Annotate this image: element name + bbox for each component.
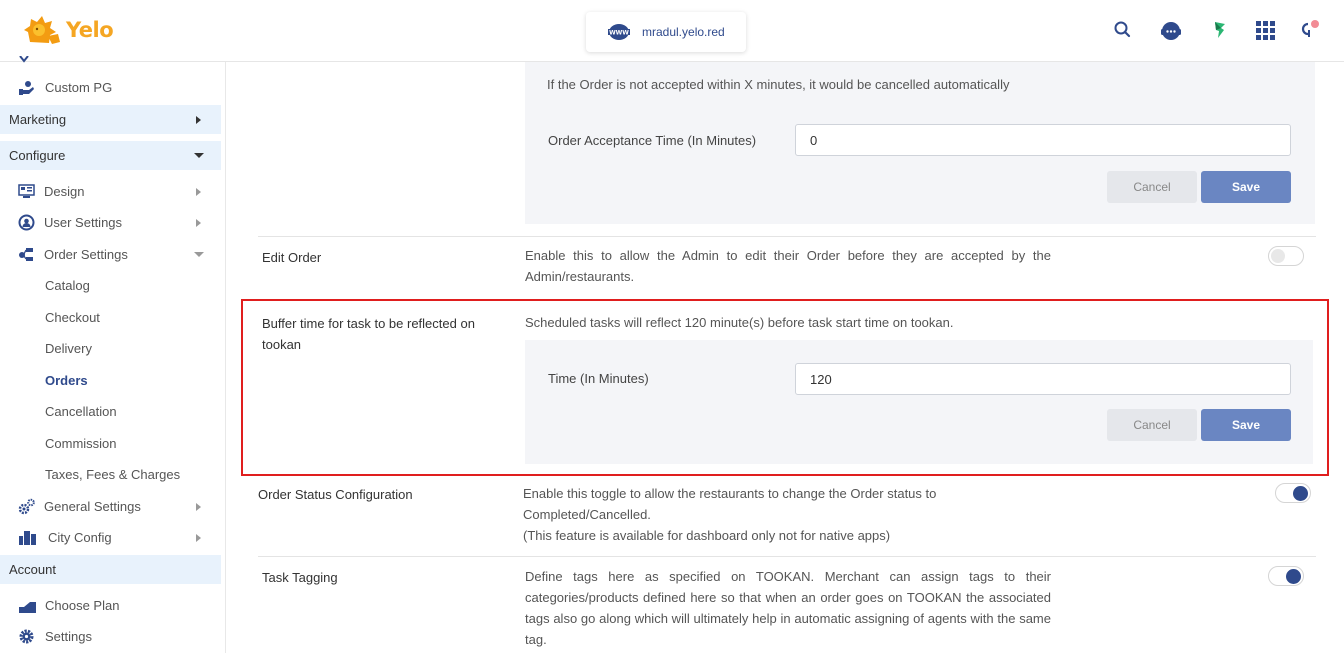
sidebar-section-label: Configure: [9, 148, 66, 163]
www-globe-icon: WWW: [608, 24, 630, 40]
sidebar: Custom PG Marketing Configure Design Use…: [0, 56, 226, 653]
sidebar-item-label: User Settings: [44, 215, 123, 230]
divider: [258, 236, 1316, 237]
sidebar-subitem-catalog[interactable]: Catalog: [0, 271, 221, 300]
plan-icon: [19, 602, 36, 613]
brand-name: Yelo: [66, 18, 114, 42]
sidebar-section-label: Marketing: [9, 112, 67, 127]
task-tagging-title: Task Tagging: [262, 570, 338, 585]
sidebar-item-design[interactable]: Design: [0, 177, 221, 206]
chevron-right-icon: [196, 187, 201, 196]
sidebar-item-custom-pg[interactable]: Custom PG: [0, 73, 221, 102]
order-settings-icon: [19, 248, 33, 261]
sidebar-item-general-settings[interactable]: General Settings: [0, 492, 221, 521]
design-monitor-icon: [18, 184, 35, 198]
order-status-config-description-line3: (This feature is available for dashboard…: [523, 528, 891, 543]
tookan-icon[interactable]: [1209, 19, 1231, 41]
sidebar-item-city-config[interactable]: City Config: [0, 523, 221, 552]
order-acceptance-time-input[interactable]: 0: [795, 124, 1291, 156]
sidebar-subitem-checkout[interactable]: Checkout: [0, 303, 221, 332]
sidebar-section-marketing[interactable]: Marketing: [0, 105, 221, 134]
chevron-right-icon: [196, 218, 201, 227]
sidebar-subitem-orders[interactable]: Orders: [0, 366, 221, 395]
sidebar-item-order-settings[interactable]: Order Settings: [0, 240, 221, 269]
order-acceptance-cancel-button[interactable]: Cancel: [1107, 171, 1197, 203]
order-acceptance-save-button[interactable]: Save: [1201, 171, 1291, 203]
partial-item-icon: [19, 56, 29, 63]
lion-logo-icon: [24, 16, 60, 44]
task-tagging-description: Define tags here as specified on TOOKAN.…: [525, 569, 1051, 647]
user-settings-icon: [18, 214, 35, 231]
sidebar-subitem-taxes-fees-charges[interactable]: Taxes, Fees & Charges: [0, 460, 221, 489]
brand-logo[interactable]: Yelo: [22, 12, 114, 48]
sidebar-item-label: Choose Plan: [45, 598, 120, 613]
sidebar-subitem-cancellation[interactable]: Cancellation: [0, 397, 221, 426]
store-domain-link[interactable]: WWW mradul.yelo.red: [586, 12, 746, 52]
gear-icon: [19, 629, 34, 644]
toggle-knob: [1271, 249, 1285, 263]
sidebar-subitem-commission[interactable]: Commission: [0, 429, 221, 458]
svg-text:WWW: WWW: [609, 30, 629, 37]
sidebar-subitem-label: Catalog: [45, 278, 90, 293]
order-status-config-description-line2: Completed/Cancelled.: [523, 507, 651, 522]
order-acceptance-description: If the Order is not accepted within X mi…: [547, 77, 1010, 92]
gears-icon: [18, 498, 35, 515]
sidebar-item-label: General Settings: [44, 499, 141, 514]
toggle-knob: [1293, 486, 1308, 501]
edit-order-title: Edit Order: [262, 250, 322, 265]
order-acceptance-label: Order Acceptance Time (In Minutes): [548, 133, 757, 148]
top-bar: Yelo WWW mradul.yelo.red: [0, 0, 1344, 62]
store-domain-text: mradul.yelo.red: [642, 25, 725, 39]
toggle-knob: [1286, 569, 1301, 584]
sidebar-item-label: Settings: [45, 629, 92, 644]
sidebar-item-label: City Config: [48, 530, 112, 545]
chevron-down-icon: [194, 153, 204, 158]
sidebar-section-account[interactable]: Account: [0, 555, 221, 584]
chevron-right-icon: [196, 502, 201, 511]
payment-hand-icon: [19, 81, 34, 95]
sidebar-subitem-label: Orders: [45, 373, 88, 388]
sidebar-section-configure[interactable]: Configure: [0, 141, 221, 170]
sidebar-item-user-settings[interactable]: User Settings: [0, 208, 221, 237]
apps-grid-icon[interactable]: [1255, 20, 1277, 42]
sidebar-subitem-label: Cancellation: [45, 404, 117, 419]
sidebar-item-label: Custom PG: [45, 80, 113, 95]
city-buildings-icon: [19, 531, 36, 545]
order-status-config-description-line1: Enable this toggle to allow the restaura…: [523, 486, 937, 501]
sidebar-section-label: Account: [9, 562, 56, 577]
search-icon[interactable]: [1112, 19, 1134, 41]
chevron-right-icon: [196, 115, 201, 124]
sidebar-subitem-label: Checkout: [45, 310, 100, 325]
highlight-box: [241, 299, 1329, 476]
edit-order-description: Enable this to allow the Admin to edit t…: [525, 248, 1051, 284]
sidebar-item-choose-plan[interactable]: Choose Plan: [0, 591, 221, 620]
chevron-down-icon: [194, 252, 204, 257]
divider: [258, 556, 1316, 557]
order-status-config-toggle[interactable]: [1275, 483, 1311, 503]
profile-notification-icon[interactable]: [1300, 18, 1322, 40]
support-chat-icon[interactable]: [1159, 19, 1183, 43]
sidebar-item-settings[interactable]: Settings: [0, 622, 221, 651]
order-status-config-title: Order Status Configuration: [258, 487, 413, 502]
task-tagging-toggle[interactable]: [1268, 566, 1304, 586]
sidebar-subitem-label: Taxes, Fees & Charges: [45, 467, 181, 482]
sidebar-subitem-label: Delivery: [45, 341, 92, 356]
edit-order-toggle[interactable]: [1268, 246, 1304, 266]
sidebar-subitem-delivery[interactable]: Delivery: [0, 334, 221, 363]
sidebar-item-label: Design: [44, 184, 85, 199]
chevron-right-icon: [196, 533, 201, 542]
sidebar-subitem-label: Commission: [45, 436, 117, 451]
sidebar-item-label: Order Settings: [44, 247, 128, 262]
